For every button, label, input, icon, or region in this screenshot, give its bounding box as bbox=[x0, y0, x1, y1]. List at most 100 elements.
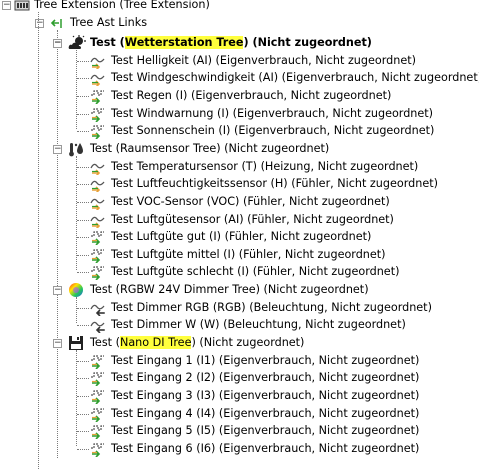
tree-item[interactable]: Test Windwarnung (I) (Eigenverbrauch, Ni… bbox=[0, 105, 479, 123]
tree-guide-line bbox=[77, 325, 89, 327]
tree-item-label: Test Luftgüte schlecht (I) (Fühler, Nich… bbox=[111, 265, 400, 279]
tree-item-label: Test Windwarnung (I) (Eigenverbrauch, Ni… bbox=[111, 106, 434, 120]
tree-item-label: Test Eingang 4 (I4) (Eigenverbrauch, Nic… bbox=[111, 406, 420, 420]
tree-group-weather[interactable]: − Test (Wetterstation Tree) (Nicht zugeor… bbox=[0, 34, 479, 52]
collapse-toggle[interactable]: − bbox=[53, 144, 62, 154]
collapse-toggle[interactable]: − bbox=[53, 339, 62, 349]
tree-item-label: Test Luftgüte mittel (I) (Fühler, Nicht … bbox=[111, 247, 386, 261]
tree-item-label: Test Regen (I) (Eigenverbrauch, Nicht zu… bbox=[111, 88, 392, 102]
tree-item[interactable]: Test Sonnenschein (I) (Eigenverbrauch, N… bbox=[0, 122, 479, 140]
analog-sensor-icon bbox=[90, 212, 106, 230]
tree-item[interactable]: Test Luftgüte mittel (I) (Fühler, Nicht … bbox=[0, 246, 479, 264]
tree-group-label-highlight: Wetterstation Tree bbox=[124, 36, 244, 49]
tree-group-label-prefix: Test ( bbox=[90, 36, 125, 49]
tree-item[interactable]: Test Eingang 2 (I2) (Eigenverbrauch, Nic… bbox=[0, 369, 479, 387]
tree-guide-line bbox=[77, 254, 89, 256]
tree-item[interactable]: Test Eingang 5 (I5) (Eigenverbrauch, Nic… bbox=[0, 422, 479, 440]
tree-item-label: Test Windgeschwindigkeit (AI) (Eigenverb… bbox=[111, 71, 479, 85]
tree-group-room[interactable]: − Test (Raumsensor Tree) (Nicht zugeordne… bbox=[0, 140, 479, 158]
tree-item[interactable]: Test VOC-Sensor (VOC) (Fühler, Nicht zug… bbox=[0, 193, 479, 212]
tree-group-label-prefix: Test (Raumsensor Tree) (Nicht zugeordnet… bbox=[90, 141, 330, 155]
tree-guide-line bbox=[77, 307, 89, 309]
tree-group-label-prefix: Test (RGBW 24V Dimmer Tree) (Nicht zugeo… bbox=[90, 283, 369, 297]
analog-sensor-icon bbox=[90, 70, 106, 88]
digital-input-icon bbox=[90, 247, 106, 264]
tree-guide-line bbox=[77, 272, 89, 274]
digital-input-icon bbox=[90, 106, 106, 123]
tree-root-label: Tree Extension (Tree Extension) bbox=[34, 0, 210, 11]
tree-group-label: Test (Nano DI Tree) (Nicht zugeordnet) bbox=[90, 334, 304, 352]
tree-guide-line bbox=[77, 95, 89, 97]
tree-item[interactable]: Test Regen (I) (Eigenverbrauch, Nicht zu… bbox=[0, 87, 479, 105]
tree-item-label: Test Dimmer RGB (RGB) (Beleuchtung, Nich… bbox=[111, 300, 432, 314]
link-arrow-icon bbox=[49, 15, 65, 31]
tree-item[interactable]: Test Windgeschwindigkeit (AI) (Eigenverb… bbox=[0, 69, 479, 88]
tree-item[interactable]: Test Dimmer W (W) (Beleuchtung, Nicht zu… bbox=[0, 316, 479, 334]
tree-guide-line bbox=[77, 78, 89, 80]
analog-sensor-icon bbox=[90, 176, 106, 194]
tree-item[interactable]: Test Dimmer RGB (RGB) (Beleuchtung, Nich… bbox=[0, 299, 479, 317]
tree-links-node[interactable]: − Tree Ast Links bbox=[0, 14, 479, 32]
tree-item[interactable]: Test Luftgüte gut (I) (Fühler, Nicht zug… bbox=[0, 228, 479, 246]
tree-guide-line bbox=[77, 131, 89, 133]
tree-extension-icon bbox=[14, 0, 30, 13]
digital-input-icon bbox=[90, 229, 106, 246]
tree-item[interactable]: Test Temperatursensor (T) (Heizung, Nich… bbox=[0, 158, 479, 177]
analog-sensor-icon bbox=[90, 159, 106, 177]
tree-guide-line bbox=[77, 237, 89, 239]
tree-item[interactable]: Test Eingang 6 (I6) (Eigenverbrauch, Nic… bbox=[0, 440, 479, 458]
tree-item[interactable]: Test Luftgüte schlecht (I) (Fühler, Nich… bbox=[0, 263, 479, 282]
color-wheel-icon bbox=[68, 282, 84, 298]
digital-input-icon bbox=[90, 441, 106, 458]
digital-input-icon bbox=[90, 406, 106, 423]
tree-item-label: Test Luftgütesensor (AI) (Fühler, Nicht … bbox=[111, 212, 394, 226]
tree-item[interactable]: Test Eingang 4 (I4) (Eigenverbrauch, Nic… bbox=[0, 405, 479, 423]
tree-guide-line bbox=[38, 12, 39, 469]
tree-item-label: Test Temperatursensor (T) (Heizung, Nich… bbox=[111, 159, 419, 173]
tree-item-label: Test Eingang 5 (I5) (Eigenverbrauch, Nic… bbox=[111, 424, 420, 438]
tree-item-label: Test Eingang 2 (I2) (Eigenverbrauch, Nic… bbox=[111, 371, 420, 385]
tree-item-label: Test Eingang 1 (I1) (Eigenverbrauch, Nic… bbox=[111, 353, 420, 367]
save-disk-icon bbox=[68, 335, 84, 351]
tree-guide-line bbox=[77, 60, 89, 62]
tree-group-nano[interactable]: − Test (Nano DI Tree) (Nicht zugeordnet) bbox=[0, 334, 479, 352]
dimmer-output-icon bbox=[90, 300, 106, 317]
tree-item[interactable]: Test Luftfeuchtigkeitssensor (H) (Fühler… bbox=[0, 175, 479, 194]
digital-input-icon bbox=[90, 388, 106, 405]
tree-item[interactable]: Test Eingang 1 (I1) (Eigenverbrauch, Nic… bbox=[0, 352, 479, 370]
tree-group-label-suffix: ) (Nicht zugeordnet) bbox=[191, 336, 305, 350]
tree-group-label-suffix: ) (Nicht zugeordnet) bbox=[243, 36, 372, 49]
tree-item[interactable]: Test Luftgütesensor (AI) (Fühler, Nicht … bbox=[0, 211, 479, 230]
tree-guide-line bbox=[77, 360, 89, 362]
digital-input-icon bbox=[90, 123, 106, 140]
tree-guide-line bbox=[77, 396, 89, 397]
analog-sensor-icon bbox=[90, 53, 106, 71]
digital-input-icon bbox=[90, 264, 106, 282]
tree-root[interactable]: − Tree Extension (Tree Extension) bbox=[0, 0, 479, 14]
collapse-toggle[interactable]: − bbox=[53, 286, 62, 296]
tree-guide-line bbox=[77, 201, 89, 203]
digital-input-icon bbox=[90, 370, 106, 387]
tree-group-label-prefix: Test ( bbox=[90, 336, 120, 350]
tree-guide-line bbox=[77, 378, 89, 380]
collapse-toggle[interactable]: − bbox=[35, 19, 44, 28]
tree-item-label: Test Luftfeuchtigkeitssensor (H) (Fühler… bbox=[111, 177, 438, 191]
tree-guide-line bbox=[77, 166, 89, 168]
room-sensor-icon bbox=[68, 141, 84, 157]
tree-group-label-highlight: Nano DI Tree bbox=[119, 336, 192, 350]
tree-item-label: Test Luftgüte gut (I) (Fühler, Nicht zug… bbox=[111, 230, 372, 244]
tree-group-dimmer[interactable]: − Test (RGBW 24V Dimmer Tree) (Nicht zuge… bbox=[0, 281, 479, 299]
tree-guide-line bbox=[77, 113, 89, 115]
tree-item[interactable]: Test Eingang 3 (I3) (Eigenverbrauch, Nic… bbox=[0, 387, 479, 405]
tree-item-label: Test Eingang 6 (I6) (Eigenverbrauch, Nic… bbox=[111, 441, 420, 455]
tree-group-label: Test (RGBW 24V Dimmer Tree) (Nicht zugeo… bbox=[90, 281, 369, 299]
digital-input-icon bbox=[90, 353, 106, 370]
dimmer-output-icon bbox=[90, 317, 106, 334]
analog-sensor-icon bbox=[90, 194, 106, 212]
tree-item-label: Test Sonnenschein (I) (Eigenverbrauch, N… bbox=[111, 124, 435, 138]
tree-item[interactable]: Test Helligkeit (AI) (Eigenverbrauch, Ni… bbox=[0, 52, 479, 71]
tree-guide-line bbox=[77, 431, 89, 433]
tree-group-label: Test (Raumsensor Tree) (Nicht zugeordnet… bbox=[90, 140, 329, 158]
collapse-toggle[interactable]: − bbox=[53, 39, 62, 48]
collapse-toggle[interactable]: − bbox=[2, 1, 11, 10]
